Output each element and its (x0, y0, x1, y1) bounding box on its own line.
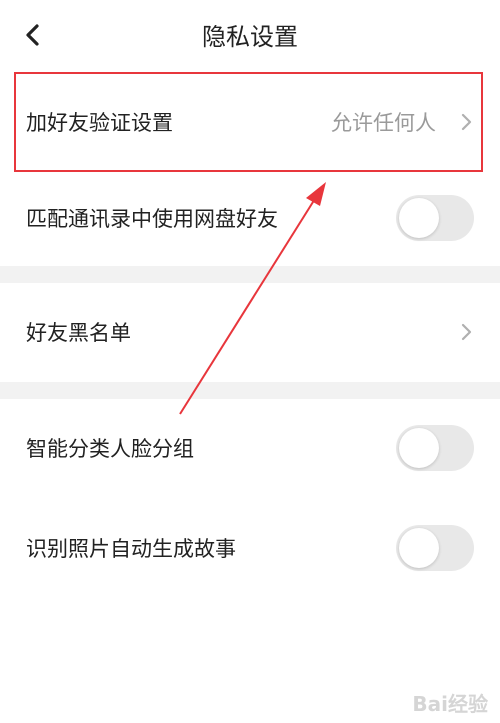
watermark-logo: Bai经验 (412, 692, 488, 716)
annotation-arrow-icon (179, 182, 326, 415)
